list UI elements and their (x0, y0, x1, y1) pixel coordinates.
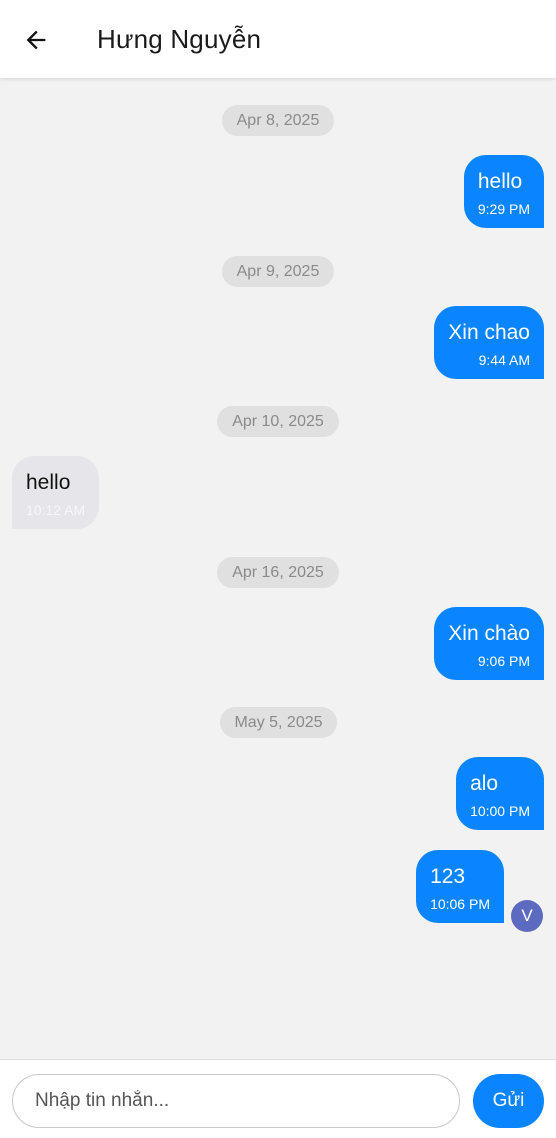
message-time: 10:00 PM (470, 803, 530, 819)
date-separator: May 5, 2025 (220, 707, 337, 738)
composer-bar: Gửi (0, 1059, 556, 1138)
date-label: Apr 8, 2025 (236, 111, 320, 129)
chat-screen: Hưng Nguyễn Apr 8, 2025 hello 9:29 PM Ap… (0, 0, 556, 1138)
avatar-initial: V (521, 906, 533, 925)
date-separator: Apr 9, 2025 (222, 256, 334, 287)
date-label: May 5, 2025 (234, 713, 323, 731)
sent-message[interactable]: Xin chao 9:44 AM (434, 306, 544, 379)
message-time: 9:44 AM (478, 352, 530, 368)
message-time: 9:29 PM (477, 201, 530, 217)
sent-message[interactable]: alo 10:00 PM (456, 757, 544, 830)
message-list[interactable]: Apr 8, 2025 hello 9:29 PM Apr 9, 2025 Xi… (0, 78, 556, 1059)
message-text: 123 (430, 865, 466, 888)
message-text: alo (470, 772, 499, 795)
message-input[interactable] (12, 1074, 460, 1128)
date-label: Apr 10, 2025 (232, 412, 324, 430)
message-text: hello (26, 471, 71, 494)
sent-message[interactable]: hello 9:29 PM (463, 155, 544, 228)
date-separator: Apr 16, 2025 (217, 557, 339, 588)
date-separator: Apr 10, 2025 (217, 406, 339, 437)
send-button[interactable]: Gửi (473, 1074, 544, 1128)
date-label: Apr 9, 2025 (236, 262, 320, 280)
message-time: 10:12 AM (26, 502, 86, 518)
message-time: 10:06 PM (430, 896, 490, 912)
contact-name: Hưng Nguyễn (97, 24, 262, 54)
message-text: hello (477, 170, 523, 193)
sent-message[interactable]: Xin chào 9:06 PM (434, 607, 544, 680)
chat-header: Hưng Nguyễn (0, 0, 556, 78)
message-text: Xin chào (448, 622, 530, 645)
message-text: Xin chao (448, 321, 530, 344)
sent-message[interactable]: 123 10:06 PM (416, 850, 504, 923)
arrow-left-icon[interactable] (22, 26, 50, 54)
date-separator: Apr 8, 2025 (222, 105, 334, 136)
date-label: Apr 16, 2025 (232, 563, 324, 581)
received-message[interactable]: hello 10:12 AM (12, 456, 100, 529)
message-time: 9:06 PM (477, 653, 530, 669)
back-button[interactable] (16, 20, 56, 60)
avatar[interactable]: V (511, 900, 543, 932)
